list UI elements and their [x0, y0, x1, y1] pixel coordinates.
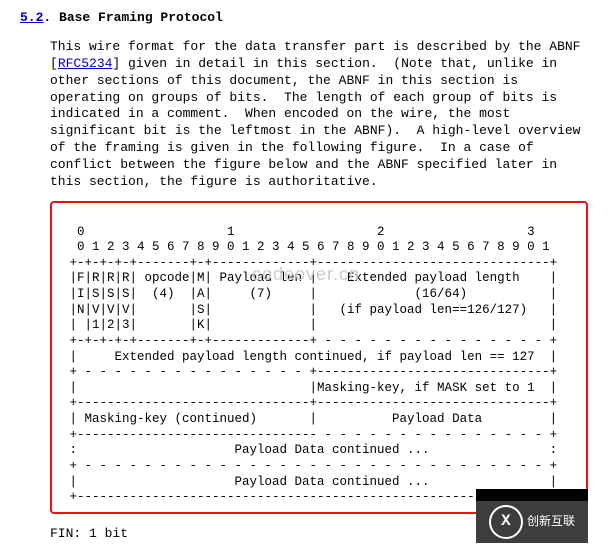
diagram-row: | |1|2|3| |K| | | — [62, 318, 557, 332]
brand-name: 创新互联 — [527, 514, 575, 530]
footer-brand-badge: X 创新互联 — [476, 501, 588, 543]
logo-icon: X — [489, 505, 523, 539]
field-name: FIN: — [50, 526, 81, 541]
footer-black-bar — [476, 489, 588, 501]
diagram-row: +-+-+-+-+-------+-+-------------+-------… — [62, 256, 557, 270]
diagram-row: : Payload Data continued ... : — [62, 443, 557, 457]
para-line: This wire format for the data transfer p… — [50, 39, 581, 54]
diagram-row: |N|V|V|V| |S| | (if payload len==126/127… — [62, 303, 557, 317]
diagram-row: +-------------------------------- - - - … — [62, 428, 557, 442]
diagram-row: | Masking-key (continued) | Payload Data… — [62, 412, 557, 426]
para-line: operating on groups of bits. The length … — [50, 90, 557, 105]
para-line: significant bit is the leftmost in the A… — [50, 123, 581, 138]
rfc-link[interactable]: RFC5234 — [58, 56, 113, 71]
diagram-row: | |Masking-key, if MASK set to 1 | — [62, 381, 557, 395]
frame-diagram: codeover.cn 0 1 2 3 0 1 2 3 4 5 6 7 8 9 … — [50, 201, 588, 514]
diagram-row: 0 1 2 3 — [62, 225, 535, 239]
para-line: conflict between the figure below and th… — [50, 157, 557, 172]
field-bits: 1 bit — [81, 526, 128, 541]
para-line: [ — [50, 56, 58, 71]
intro-paragraph: This wire format for the data transfer p… — [50, 39, 588, 191]
diagram-row: | Payload Data continued ... | — [62, 475, 557, 489]
diagram-row: +-------------------------------+-------… — [62, 396, 557, 410]
diagram-row: + - - - - - - - - - - - - - - - - - - - … — [62, 459, 557, 473]
para-line: other sections of this document, the ABN… — [50, 73, 518, 88]
heading-title: Base Framing Protocol — [59, 10, 223, 25]
diagram-row: + - - - - - - - - - - - - - - - +-------… — [62, 365, 557, 379]
heading-sep: . — [43, 10, 59, 25]
diagram-row: +-+-+-+-+-------+-+-------------+ - - - … — [62, 334, 557, 348]
para-line: indicated in a comment. When encoded on … — [50, 106, 510, 121]
para-line: this section, the figure is authoritativ… — [50, 174, 378, 189]
diagram-row: |I|S|S|S| (4) |A| (7) | (16/64) | — [62, 287, 557, 301]
para-line: of the framing is given in the following… — [50, 140, 534, 155]
diagram-row: | Extended payload length continued, if … — [62, 350, 557, 364]
para-line: ] given in detail in this section. (Note… — [112, 56, 557, 71]
section-number-link[interactable]: 5.2 — [20, 10, 43, 25]
diagram-row: 0 1 2 3 4 5 6 7 8 9 0 1 2 3 4 5 6 7 8 9 … — [62, 240, 550, 254]
section-heading: 5.2. Base Framing Protocol — [20, 10, 588, 27]
diagram-row: |F|R|R|R| opcode|M| Payload len | Extend… — [62, 271, 557, 285]
